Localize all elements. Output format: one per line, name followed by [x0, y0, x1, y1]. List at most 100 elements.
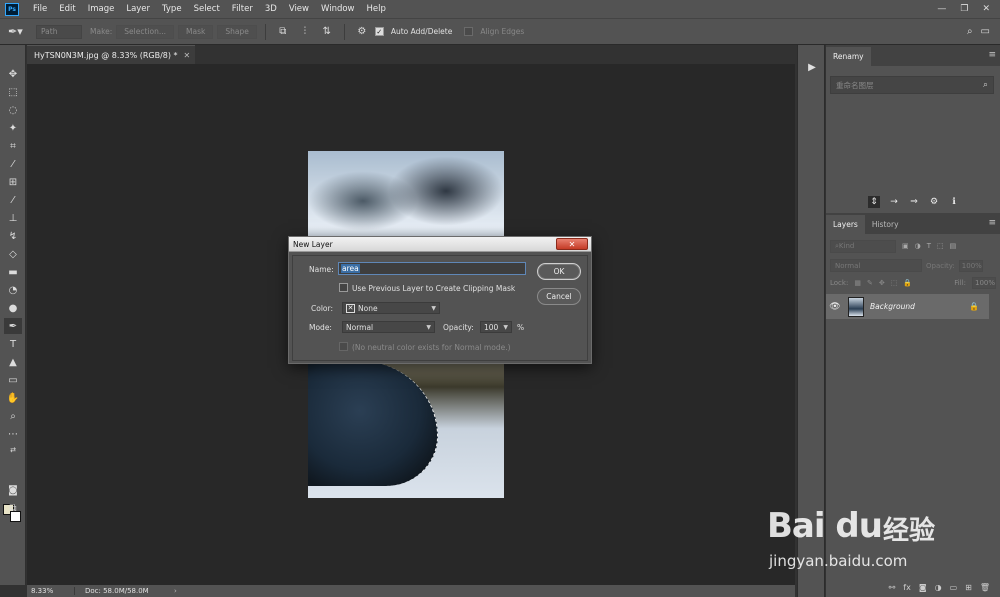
dodge-tool-icon[interactable]: ● [4, 300, 22, 316]
zoom-tool-icon[interactable]: ⌕ [4, 408, 22, 424]
arrow-right-icon[interactable]: → [888, 196, 900, 208]
more-tools-icon[interactable]: ⋯ [4, 426, 22, 442]
search-icon[interactable]: ⌕ [983, 80, 988, 90]
tab-renamy[interactable]: Renamy [826, 47, 871, 66]
lock-all-icon[interactable]: 🔒 [903, 279, 912, 287]
adjustment-layer-icon[interactable]: ◑ [935, 583, 942, 592]
lock-transparent-icon[interactable]: ▦ [854, 279, 861, 287]
opacity-field[interactable]: 100 ▼ [480, 321, 512, 333]
trash-icon[interactable]: 🗑 [980, 583, 990, 592]
fill-field[interactable]: 100% [972, 277, 996, 289]
marquee-tool-icon[interactable]: ⬚ [4, 84, 22, 100]
minimize-icon[interactable]: — [937, 4, 946, 14]
menu-view[interactable]: View [283, 4, 315, 14]
quick-mask-icon[interactable]: ◙ [4, 482, 22, 498]
tab-layers[interactable]: Layers [826, 215, 865, 234]
lock-position-icon[interactable]: ✥ [879, 279, 885, 287]
layer-transfer-icon[interactable]: ⇕ [868, 196, 880, 208]
gear-icon[interactable]: ⚙ [353, 24, 371, 40]
neutral-color-checkbox[interactable] [339, 342, 348, 351]
menu-edit[interactable]: Edit [53, 4, 81, 14]
hand-tool-icon[interactable]: ✋ [4, 390, 22, 406]
path-arrangement-icon[interactable]: ⇅ [318, 24, 336, 40]
auto-add-delete-checkbox[interactable]: ✓ [374, 27, 384, 36]
search-icon[interactable]: ⌕ [967, 26, 973, 37]
type-filter-icon[interactable]: T [927, 242, 931, 250]
layer-row[interactable]: 👁 Background 🔒 [826, 294, 989, 319]
blur-tool-icon[interactable]: ◔ [4, 282, 22, 298]
path-selection-icon[interactable]: ▲ [4, 354, 22, 370]
pen-tool-icon[interactable]: ✒ [4, 318, 22, 334]
menu-window[interactable]: Window [315, 4, 361, 14]
close-icon[interactable]: ✕ [982, 4, 990, 14]
renamy-search-input[interactable]: 重命名图层 ⌕ [830, 76, 994, 94]
dialog-close-button[interactable]: ✕ [556, 238, 588, 250]
align-edges-checkbox[interactable] [464, 27, 474, 36]
mask-button[interactable]: Mask [178, 24, 214, 39]
fx-icon[interactable]: fx [903, 583, 911, 592]
close-tab-icon[interactable]: ✕ [184, 51, 191, 60]
path-operations-icon[interactable]: ⧉ [274, 24, 292, 40]
chevron-right-icon[interactable]: › [170, 587, 177, 595]
smart-object-filter-icon[interactable]: ▤ [950, 242, 957, 250]
eraser-tool-icon[interactable]: ◇ [4, 246, 22, 262]
brush-tool-icon[interactable]: ⁄ [4, 192, 22, 208]
workspace-icon[interactable]: ▭ [981, 26, 990, 37]
document-tab[interactable]: HyTSN0N3M.jpg @ 8.33% (RGB/8) * ✕ [27, 45, 195, 64]
path-mode-select[interactable]: Path [36, 24, 82, 39]
info-icon[interactable]: ℹ [948, 196, 960, 208]
play-icon[interactable]: ▶ [803, 58, 821, 76]
gradient-tool-icon[interactable]: ▬ [4, 264, 22, 280]
menu-select[interactable]: Select [188, 4, 226, 14]
path-alignment-icon[interactable]: ⫶ [296, 24, 314, 40]
opacity-field[interactable]: 100% [958, 259, 983, 272]
move-tool-icon[interactable]: ✥ [4, 66, 22, 82]
pixel-filter-icon[interactable]: ▣ [902, 242, 909, 250]
ok-button[interactable]: OK [537, 263, 581, 280]
layer-name-input[interactable]: area [338, 262, 526, 275]
lock-artboard-icon[interactable]: ⬚ [891, 279, 898, 287]
healing-brush-icon[interactable]: ⊞ [4, 174, 22, 190]
restore-icon[interactable]: ❐ [960, 4, 968, 14]
crop-tool-icon[interactable]: ⌗ [4, 138, 22, 154]
screen-mode-icon[interactable]: ⧉ [4, 500, 22, 516]
new-group-icon[interactable]: ▭ [950, 583, 958, 592]
menu-help[interactable]: Help [361, 4, 392, 14]
lasso-tool-icon[interactable]: ◌ [4, 102, 22, 118]
history-brush-icon[interactable]: ↯ [4, 228, 22, 244]
layer-kind-select[interactable]: ⌕ Kind [830, 239, 896, 253]
menu-type[interactable]: Type [156, 4, 188, 14]
menu-layer[interactable]: Layer [120, 4, 156, 14]
menu-file[interactable]: File [27, 4, 53, 14]
blend-mode-select[interactable]: Normal [830, 259, 922, 272]
color-select[interactable]: ✕ None ▼ [342, 302, 440, 314]
clone-stamp-icon[interactable]: ⊥ [4, 210, 22, 226]
panel-menu-icon[interactable]: ≡ [988, 50, 996, 60]
selection-button[interactable]: Selection... [116, 24, 175, 39]
gear-icon[interactable]: ⚙ [928, 196, 940, 208]
zoom-level[interactable]: 8.33% [27, 587, 75, 595]
new-layer-icon[interactable]: ⊞ [965, 583, 972, 592]
shape-filter-icon[interactable]: ⬚ [937, 242, 944, 250]
eye-icon[interactable]: 👁 [826, 302, 844, 312]
add-mask-icon[interactable]: ◙ [919, 583, 927, 592]
lock-pixels-icon[interactable]: ✎ [867, 279, 873, 287]
pen-tool-preset-icon[interactable]: ✒▾ [8, 24, 32, 40]
menu-3d[interactable]: 3D [259, 4, 283, 14]
clipping-mask-checkbox[interactable] [339, 283, 348, 292]
shape-button[interactable]: Shape [217, 24, 257, 39]
eyedropper-icon[interactable]: ⁄ [4, 156, 22, 172]
tab-history[interactable]: History [865, 215, 906, 234]
link-layers-icon[interactable]: ⚯ [889, 583, 896, 592]
type-tool-icon[interactable]: T [4, 336, 22, 352]
mode-select[interactable]: Normal ▼ [342, 321, 435, 333]
menu-filter[interactable]: Filter [226, 4, 259, 14]
cancel-button[interactable]: Cancel [537, 288, 581, 305]
rectangle-tool-icon[interactable]: ▭ [4, 372, 22, 388]
menu-image[interactable]: Image [82, 4, 121, 14]
swap-colors-icon[interactable]: ⇄ [4, 442, 22, 458]
panel-menu-icon[interactable]: ≡ [988, 218, 996, 228]
export-icon[interactable]: ⇒ [908, 196, 920, 208]
adjustment-filter-icon[interactable]: ◑ [915, 242, 921, 250]
magic-wand-icon[interactable]: ✦ [4, 120, 22, 136]
